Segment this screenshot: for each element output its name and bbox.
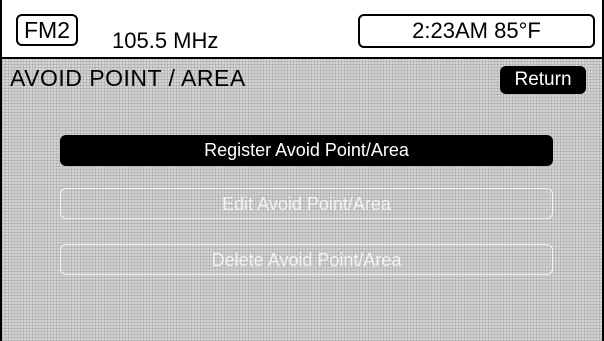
return-button[interactable]: Return [500,66,586,94]
page-title: AVOID POINT / AREA [10,65,246,91]
delete-avoid-area-button: Delete Avoid Point/Area [60,244,553,275]
register-avoid-area-button[interactable]: Register Avoid Point/Area [60,135,553,166]
clock-temperature-display: 2:23AM 85°F [358,14,595,48]
radio-frequency: 105.5 MHz [112,28,219,53]
edit-avoid-area-button: Edit Avoid Point/Area [60,188,553,219]
nav-screen: FM2 105.5 MHz 2:23AM 85°F AVOID POINT / … [0,0,604,341]
radio-band-badge[interactable]: FM2 [16,14,78,46]
status-bar: FM2 105.5 MHz 2:23AM 85°F [2,0,602,59]
